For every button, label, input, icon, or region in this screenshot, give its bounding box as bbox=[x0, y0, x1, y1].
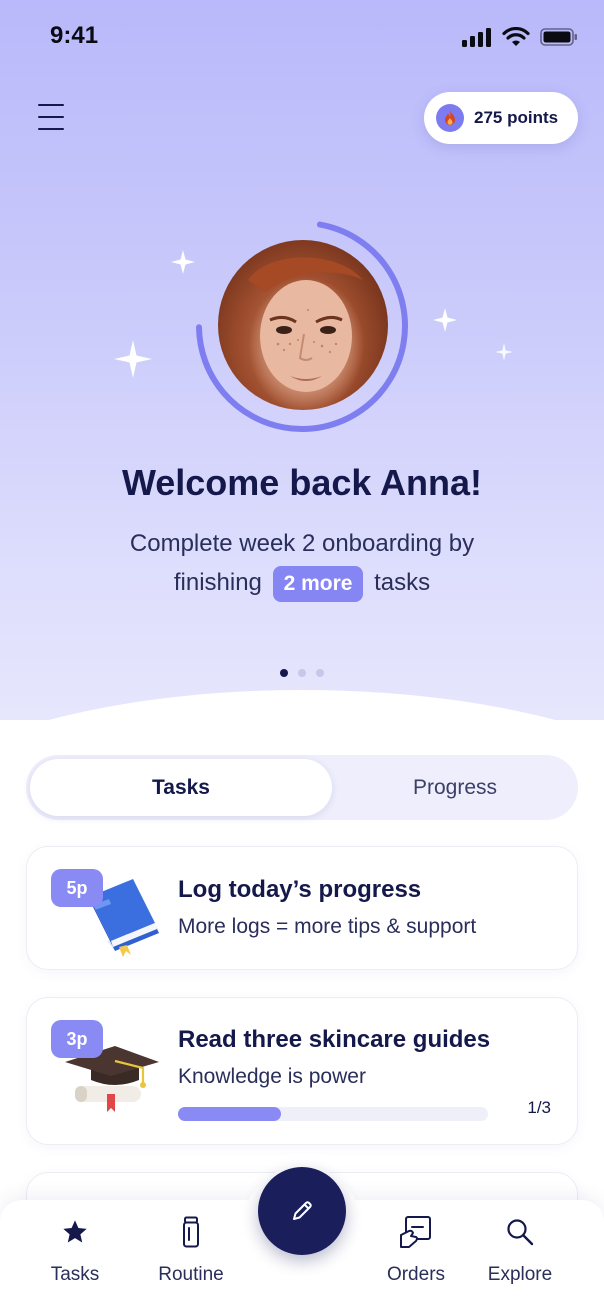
sparkle-icon bbox=[433, 308, 457, 332]
points-badge: 5p bbox=[51, 869, 103, 907]
signal-icon bbox=[462, 28, 491, 47]
pager-dot[interactable] bbox=[316, 669, 324, 677]
task-title: Log today’s progress bbox=[178, 876, 422, 903]
welcome-title: Welcome back Anna! bbox=[121, 462, 483, 503]
pencil-icon bbox=[293, 1201, 312, 1220]
wifi-icon bbox=[502, 27, 530, 46]
nav-label: Tasks bbox=[50, 1264, 100, 1285]
status-time: 9:41 bbox=[50, 22, 99, 49]
nav-orders[interactable]: Orders bbox=[361, 1214, 471, 1294]
star-icon bbox=[61, 1214, 89, 1250]
avatar-face bbox=[248, 257, 363, 392]
subtitle-before: finishing bbox=[173, 569, 262, 596]
avatar bbox=[218, 240, 388, 410]
task-progress-bar bbox=[178, 1107, 488, 1121]
pager-dots[interactable] bbox=[0, 669, 604, 677]
points-label: 275 points bbox=[474, 108, 559, 127]
log-fab-button[interactable] bbox=[258, 1167, 346, 1255]
nav-routine[interactable]: Routine bbox=[136, 1214, 246, 1294]
remaining-tasks-badge: 2 more bbox=[272, 566, 364, 602]
menu-button[interactable] bbox=[36, 100, 70, 134]
task-subtitle: More logs = more tips & support bbox=[178, 915, 477, 938]
hamburger-line bbox=[38, 116, 64, 119]
orders-icon bbox=[399, 1214, 433, 1250]
search-icon bbox=[505, 1214, 535, 1250]
task-title: Read three skincare guides bbox=[178, 1026, 491, 1053]
sparkle-icon bbox=[114, 340, 152, 378]
hero-section: 9:41 275 points Welcome back Anna! Compl… bbox=[0, 0, 604, 720]
points-badge: 3p bbox=[51, 1020, 103, 1058]
segmented-tabs: Tasks Progress bbox=[26, 755, 578, 820]
bottle-icon bbox=[181, 1214, 201, 1250]
points-button[interactable]: 275 points bbox=[424, 92, 578, 144]
status-bar: 9:41 bbox=[0, 0, 604, 70]
task-progress-fill bbox=[178, 1107, 282, 1121]
task-card-skincare-guides[interactable]: 3p Read three skincare guides Knowledge … bbox=[26, 997, 578, 1145]
nav-tasks[interactable]: Tasks bbox=[20, 1214, 130, 1294]
task-card-log-progress[interactable]: 5p Log today’s progress More logs = more… bbox=[26, 846, 578, 970]
subtitle-after: tasks bbox=[374, 569, 431, 596]
pager-dot[interactable] bbox=[280, 669, 288, 677]
hamburger-line bbox=[38, 128, 64, 131]
welcome-subtitle: Complete week 2 onboarding by finishing … bbox=[0, 524, 604, 602]
status-icons bbox=[462, 26, 578, 48]
nav-label: Orders bbox=[386, 1264, 446, 1285]
subtitle-line-1: Complete week 2 onboarding by bbox=[129, 530, 475, 557]
flame-icon bbox=[436, 104, 464, 132]
task-subtitle: Knowledge is power bbox=[178, 1065, 366, 1088]
pager-dot[interactable] bbox=[298, 669, 306, 677]
tab-tasks[interactable]: Tasks bbox=[30, 759, 332, 816]
battery-icon bbox=[540, 28, 577, 46]
avatar-progress[interactable] bbox=[192, 216, 412, 436]
task-progress-count: 1/3 bbox=[527, 1098, 551, 1117]
hamburger-icon bbox=[38, 104, 64, 107]
nav-explore[interactable]: Explore bbox=[465, 1214, 575, 1294]
subtitle-line-2: finishing 2 more tasks bbox=[0, 563, 604, 602]
nav-label: Routine bbox=[158, 1264, 224, 1285]
nav-label: Explore bbox=[487, 1264, 553, 1285]
tab-progress[interactable]: Progress bbox=[336, 759, 574, 816]
sparkle-icon bbox=[495, 343, 513, 361]
